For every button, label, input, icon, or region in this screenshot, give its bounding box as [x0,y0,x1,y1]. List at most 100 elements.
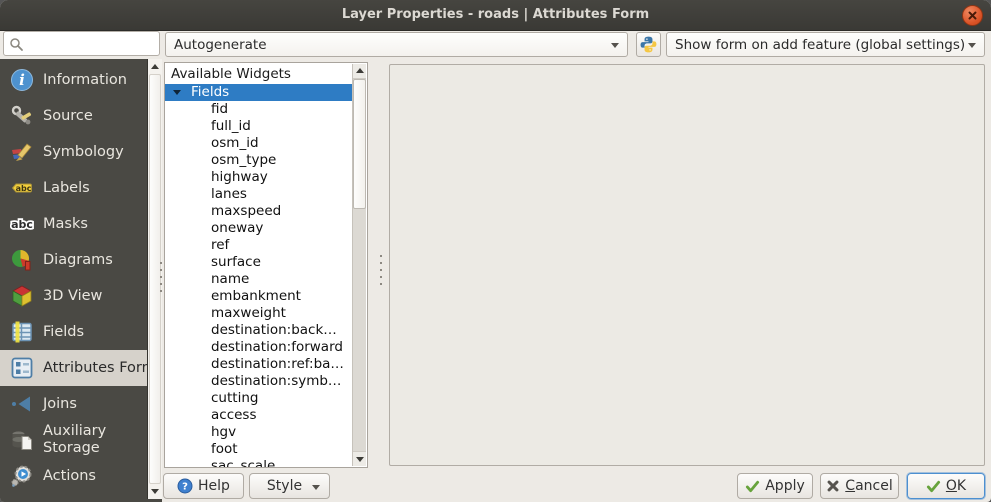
tree-item-label: fid [211,101,228,117]
tree-item-label: name [211,271,249,287]
sidebar-item-label: Actions [43,468,96,484]
scrollbar-thumb[interactable] [353,79,366,209]
tree-item-destination-back-[interactable]: destination:back… [165,322,353,339]
scroll-down-icon [356,457,364,462]
attributes-form-icon [10,356,34,380]
tree-item-destination-symb-[interactable]: destination:symb… [165,373,353,390]
scroll-down-button[interactable] [353,451,366,466]
sidebar-item-label: Symbology [43,144,124,160]
tree-item-oneway[interactable]: oneway [165,220,353,237]
tree-item-destination-forward[interactable]: destination:forward [165,339,353,356]
tree-item-label: osm_type [211,152,276,168]
tree-item-surface[interactable]: surface [165,254,353,271]
splitter-handle[interactable] [380,255,382,257]
diagrams-icon [10,248,34,272]
form-layout-area[interactable] [389,64,985,466]
available-widgets-panel: Available Widgets Fields fidfull_idosm_i… [164,62,368,468]
tree-item-access[interactable]: access [165,407,353,424]
sidebar-item-source[interactable]: Source [0,98,148,134]
help-button[interactable]: ? Help [163,473,244,499]
scroll-up-icon[interactable] [151,64,159,69]
tree-item-lanes[interactable]: lanes [165,186,353,203]
tree-item-highway[interactable]: highway [165,169,353,186]
sidebar-item-labels[interactable]: abc Labels [0,170,148,206]
tree-item-maxspeed[interactable]: maxspeed [165,203,353,220]
close-button[interactable] [962,5,983,26]
form-layout-value: Autogenerate [174,37,267,53]
titlebar[interactable]: Layer Properties - roads | Attributes Fo… [0,0,991,31]
search-input[interactable] [3,31,160,56]
sidebar-scrollbar[interactable] [147,59,162,499]
tree-root-label: Fields [191,84,229,100]
tree-item-label: maxweight [211,305,286,321]
tree-item-label: destination:ref:ba… [211,356,344,372]
tree-item-fields-root[interactable]: Fields [165,84,353,101]
splitter-handle[interactable] [160,262,162,264]
sidebar-item-attributes-form[interactable]: Attributes Form [0,350,148,386]
apply-label: Apply [765,478,805,494]
scroll-down-icon[interactable] [151,489,159,494]
sidebar-item-information[interactable]: i Information [0,62,148,98]
source-icon [10,104,34,128]
scroll-up-button[interactable] [353,64,366,79]
sidebar-item-symbology[interactable]: Symbology [0,134,148,170]
tree-item-label: foot [211,441,238,457]
info-icon: i [10,68,34,92]
labels-icon: abc [10,176,34,200]
tree-item-hgv[interactable]: hgv [165,424,353,441]
tree-item-label: embankment [211,288,301,304]
tree-item-label: oneway [211,220,263,236]
svg-text:abc: abc [16,184,32,193]
style-button[interactable]: Style [249,473,330,499]
tree-item-destination-ref-ba-[interactable]: destination:ref:ba… [165,356,353,373]
tree-item-label: hgv [211,424,236,440]
tree-item-label: sac_scale [211,458,275,467]
chevron-down-icon [312,485,320,490]
help-label: Help [198,478,230,494]
tree-item-maxweight[interactable]: maxweight [165,305,353,322]
tree-item-foot[interactable]: foot [165,441,353,458]
tree-item-label: lanes [211,186,247,202]
sidebar-item-label: Source [43,108,93,124]
sidebar-item-label: Fields [43,324,84,340]
sidebar-item-list: i Information Source [0,62,148,494]
tree-item-label: maxspeed [211,203,281,219]
sidebar-item-3d-view[interactable]: 3D View [0,278,148,314]
python-init-button[interactable] [636,32,661,57]
ok-button[interactable]: OK [907,473,985,499]
widgets-scrollbar[interactable] [352,64,366,466]
tree-item-osm-id[interactable]: osm_id [165,135,353,152]
tree-item-full-id[interactable]: full_id [165,118,353,135]
tree-item-label: cutting [211,390,258,406]
sidebar-item-label: Masks [43,216,88,232]
style-label: Style [267,478,302,494]
tree-item-ref[interactable]: ref [165,237,353,254]
symbology-icon [10,140,34,164]
tree-expand-icon[interactable] [173,90,181,95]
sidebar-item-fields[interactable]: Fields [0,314,148,350]
sidebar-item-actions[interactable]: Actions [0,458,148,494]
apply-button[interactable]: Apply [737,473,813,499]
show-form-select[interactable]: Show form on add feature (global setting… [666,32,985,57]
tree-item-osm-type[interactable]: osm_type [165,152,353,169]
tree-item-sac-scale[interactable]: sac_scale [165,458,353,467]
scrollbar-thumb[interactable] [149,74,161,484]
sidebar-item-label: Joins [43,396,77,412]
tree-item-fid[interactable]: fid [165,101,353,118]
tree-item-label: osm_id [211,135,259,151]
x-icon [826,479,840,493]
tree-item-cutting[interactable]: cutting [165,390,353,407]
layer-properties-dialog: Layer Properties - roads | Attributes Fo… [0,0,991,502]
chevron-down-icon [968,43,976,48]
sidebar-item-diagrams[interactable]: Diagrams [0,242,148,278]
masks-icon: abc [10,212,34,236]
sidebar-item-auxiliary-storage[interactable]: Auxiliary Storage [0,422,148,458]
tree-item-embankment[interactable]: embankment [165,288,353,305]
python-icon [639,35,658,54]
cancel-button[interactable]: Cancel [820,473,899,499]
form-layout-select[interactable]: Autogenerate [165,32,628,57]
sidebar-item-masks[interactable]: abc Masks [0,206,148,242]
tree-item-name[interactable]: name [165,271,353,288]
sidebar-item-joins[interactable]: Joins [0,386,148,422]
tree-item-label: full_id [211,118,251,134]
